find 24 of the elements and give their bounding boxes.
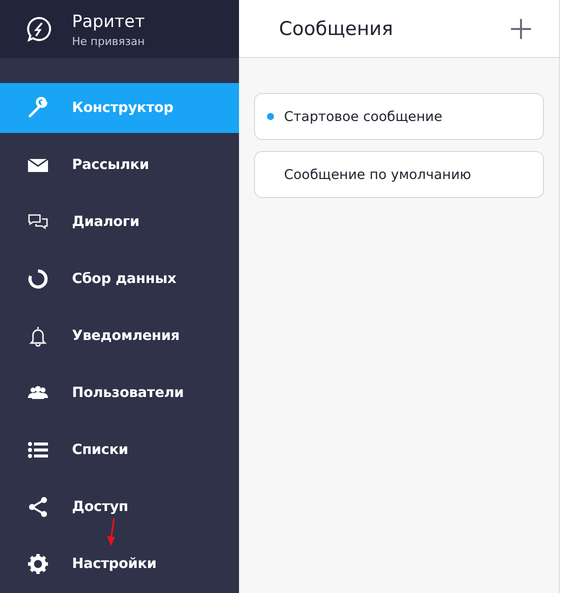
panel-title: Сообщения	[279, 18, 394, 40]
message-item[interactable]: Стартовое сообщение	[254, 93, 544, 140]
sidebar-item[interactable]: Диалоги	[0, 197, 239, 247]
gear-icon	[27, 553, 49, 575]
list-icon	[27, 439, 49, 461]
annotation-arrow	[106, 517, 118, 547]
sidebar-item[interactable]: Рассылки	[0, 140, 239, 190]
sidebar-item[interactable]: Настройки	[0, 539, 239, 589]
bot-name: Раритет	[72, 10, 145, 32]
sidebar-item[interactable]: Сбор данных	[0, 254, 239, 304]
share-icon	[27, 496, 49, 518]
sidebar-item[interactable]: Пользователи	[0, 368, 239, 418]
message-label: Стартовое сообщение	[284, 108, 442, 124]
sidebar-item[interactable]: Уведомления	[0, 311, 239, 361]
message-item[interactable]: Сообщение по умолчанию	[254, 151, 544, 198]
sidebar-item[interactable]: Доступ	[0, 482, 239, 532]
sidebar-item[interactable]: Списки	[0, 425, 239, 475]
bell-icon	[27, 325, 49, 347]
add-icon[interactable]	[511, 18, 531, 38]
lightning-chat-icon	[26, 16, 52, 42]
ring-icon	[27, 268, 49, 290]
bot-status: Не привязан	[72, 34, 145, 48]
wrench-icon	[27, 97, 49, 119]
message-label: Сообщение по умолчанию	[284, 166, 472, 182]
